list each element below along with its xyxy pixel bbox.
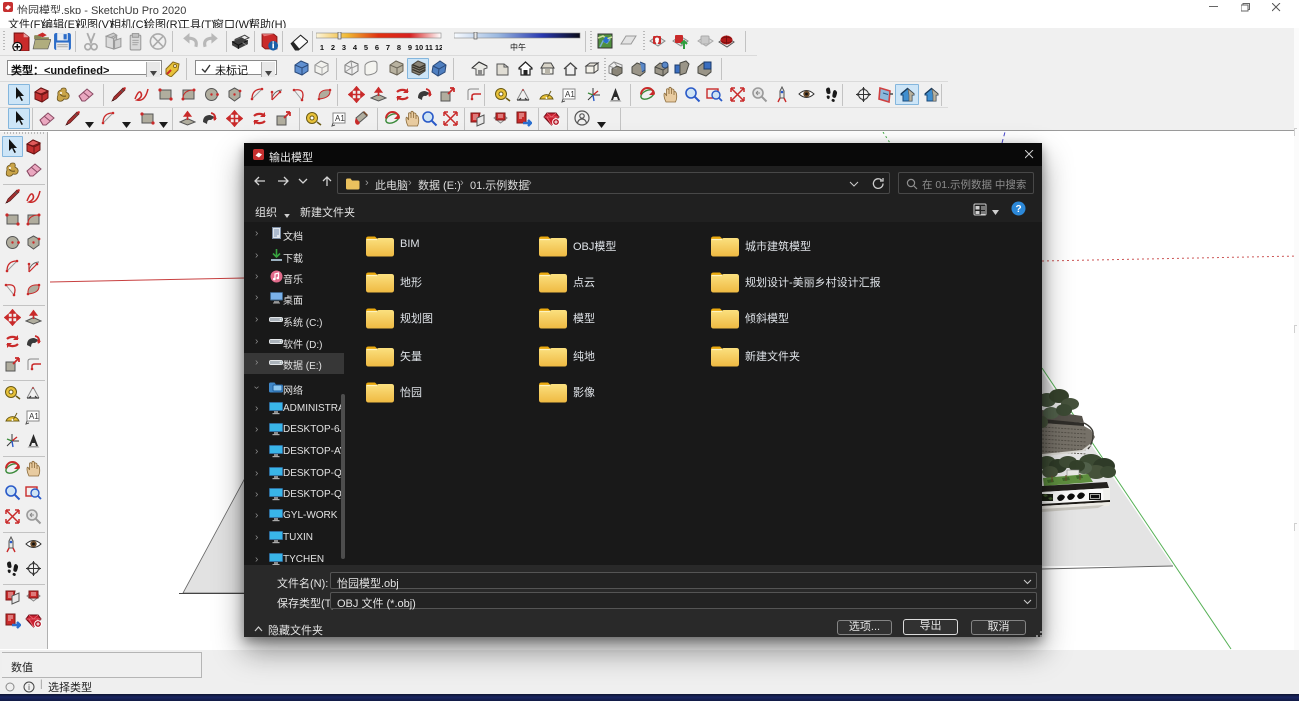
- svg-text:A1: A1: [565, 90, 575, 99]
- svg-text:A1: A1: [29, 412, 39, 421]
- svg-text:?: ?: [1015, 204, 1021, 215]
- svg-text:i: i: [28, 683, 30, 692]
- svg-text:123456789101112: 123456789101112: [320, 43, 442, 52]
- svg-text:A1: A1: [335, 114, 345, 123]
- svg-text:中午: 中午: [510, 42, 526, 52]
